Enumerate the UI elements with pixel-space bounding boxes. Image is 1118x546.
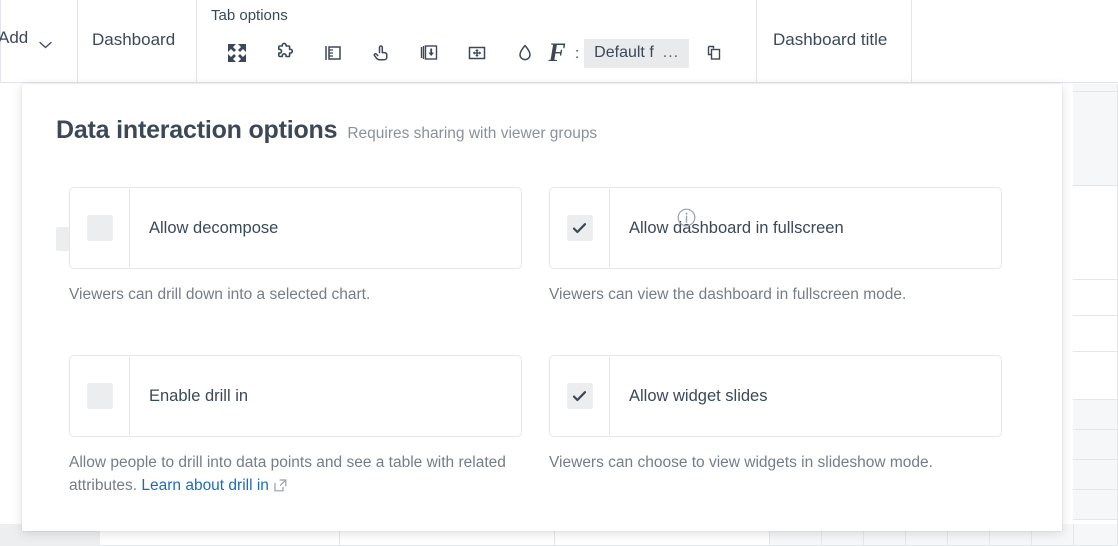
- checkbox-unchecked[interactable]: [87, 215, 113, 241]
- ruler-icon[interactable]: [309, 37, 357, 69]
- option-card[interactable]: Enable drill in: [69, 355, 522, 437]
- option-checkbox-cell[interactable]: [70, 356, 130, 436]
- row-spacer: [69, 306, 1029, 355]
- add-menu-label: Add: [0, 28, 28, 48]
- dialog-subtitle: Requires sharing with viewer groups: [347, 125, 597, 143]
- font-separator: :: [574, 45, 584, 62]
- option-label: Allow dashboard in fullscreen: [610, 188, 1001, 268]
- toolbar-divider: [756, 0, 757, 82]
- options-row-1: Allow decompose Viewers can drill down i…: [69, 187, 1029, 306]
- checkbox-checked[interactable]: [567, 215, 593, 241]
- font-control-group: F : Default f ...: [540, 37, 739, 69]
- option-allow-widget-slides: Allow widget slides Viewers can choose t…: [549, 355, 1002, 499]
- option-checkbox-cell[interactable]: [550, 356, 610, 436]
- toolbar-divider: [196, 0, 197, 82]
- option-card[interactable]: Allow decompose: [69, 187, 522, 269]
- fullscreen-expand-icon[interactable]: [213, 37, 261, 69]
- tab-options-group-label: Tab options: [211, 7, 288, 24]
- layers-download-icon[interactable]: [405, 37, 453, 69]
- option-description-text: Viewers can drill down into a selected c…: [69, 286, 370, 303]
- pointing-hand-icon[interactable]: [357, 37, 405, 69]
- dashboard-tab-label: Dashboard: [92, 30, 175, 49]
- top-toolbar: Add Dashboard Tab options: [0, 0, 1118, 83]
- italic-f-icon[interactable]: F: [540, 37, 574, 69]
- option-card[interactable]: Allow widget slides: [549, 355, 1002, 437]
- option-checkbox-cell[interactable]: [550, 188, 610, 268]
- option-label: Allow decompose: [130, 188, 521, 268]
- copy-icon[interactable]: [689, 37, 739, 69]
- data-interaction-options-dialog: Data interaction options Requires sharin…: [22, 84, 1062, 531]
- option-description-text: Viewers can view the dashboard in fullsc…: [549, 286, 906, 303]
- option-description-text: Allow people to drill into data points a…: [69, 454, 506, 493]
- add-menu-button[interactable]: Add: [0, 28, 52, 48]
- option-allow-dashboard-in-fullscreen: Allow dashboard in fullscreen Viewers ca…: [549, 187, 1002, 306]
- option-description: Viewers can choose to view widgets in sl…: [549, 452, 949, 474]
- checkbox-unchecked[interactable]: [87, 383, 113, 409]
- check-icon: [571, 220, 588, 237]
- font-family-select[interactable]: Default f ...: [584, 39, 689, 68]
- option-description: Viewers can drill down into a selected c…: [69, 284, 522, 306]
- page-title: Data interaction options: [56, 116, 337, 145]
- options-row-2: Enable drill in Allow people to drill in…: [69, 355, 1029, 499]
- external-link-icon: [274, 477, 287, 499]
- option-enable-drill-in: Enable drill in Allow people to drill in…: [69, 355, 522, 499]
- info-circle-icon[interactable]: [677, 208, 696, 227]
- move-resize-icon[interactable]: [453, 37, 501, 69]
- dashboard-title-tab[interactable]: Dashboard title: [773, 30, 887, 50]
- puzzle-piece-icon[interactable]: [261, 37, 309, 69]
- check-icon: [571, 388, 588, 405]
- learn-about-drill-in-link[interactable]: Learn about drill in: [141, 477, 269, 494]
- tab-options-icon-bar: [213, 37, 549, 69]
- option-card[interactable]: Allow dashboard in fullscreen: [549, 187, 1002, 269]
- dashboard-title-label: Dashboard title: [773, 30, 887, 49]
- font-family-ellipsis: ...: [663, 44, 679, 62]
- dashboard-tab[interactable]: Dashboard: [92, 30, 175, 50]
- checkbox-checked[interactable]: [567, 383, 593, 409]
- option-label: Enable drill in: [130, 356, 521, 436]
- options-grid: Allow decompose Viewers can drill down i…: [69, 187, 1029, 499]
- option-description-text: Viewers can choose to view widgets in sl…: [549, 454, 933, 471]
- option-description: Viewers can view the dashboard in fullsc…: [549, 284, 1002, 306]
- background-table-grid-right: [1073, 84, 1118, 546]
- option-label: Allow widget slides: [610, 356, 1001, 436]
- toolbar-divider: [77, 0, 78, 82]
- option-checkbox-cell[interactable]: [70, 188, 130, 268]
- option-allow-decompose: Allow decompose Viewers can drill down i…: [69, 187, 522, 306]
- chevron-down-icon: [39, 34, 52, 42]
- font-family-value: Default f: [594, 44, 654, 62]
- option-description: Allow people to drill into data points a…: [69, 452, 522, 499]
- toolbar-divider: [911, 0, 912, 82]
- dialog-header: Data interaction options Requires sharin…: [56, 116, 597, 145]
